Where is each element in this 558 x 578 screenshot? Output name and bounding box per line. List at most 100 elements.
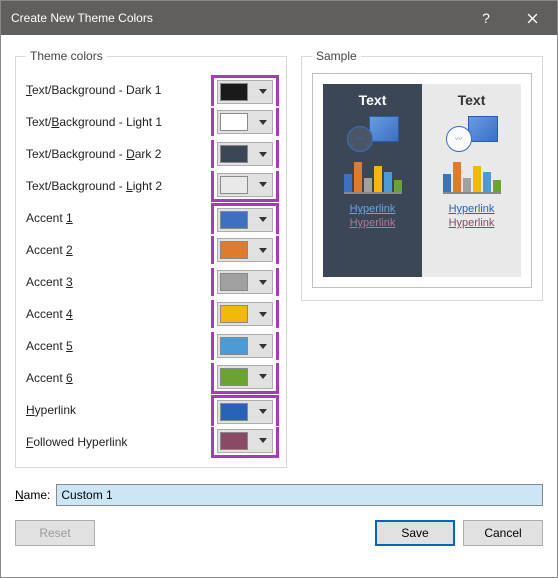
color-picker-3[interactable] (217, 173, 273, 197)
sample-chart-dark (344, 156, 402, 194)
color-swatch (220, 403, 248, 421)
name-label: Name: (15, 488, 50, 502)
color-row-3: Text/Background - Light 2 (26, 171, 276, 201)
color-row-5: Accent 2 (26, 235, 276, 265)
color-label: Followed Hyperlink (26, 435, 214, 449)
color-picker-5[interactable] (217, 238, 273, 262)
chart-bar (394, 180, 402, 192)
color-swatch (220, 145, 248, 163)
color-label: Accent 5 (26, 339, 214, 353)
chart-bar (443, 174, 451, 192)
color-swatch (220, 211, 248, 229)
color-row-8: Accent 5 (26, 331, 276, 361)
color-swatch (220, 273, 248, 291)
sample-preview: Text 〰 Hyperlink Hyperlink Text 〰 (312, 73, 532, 288)
name-input[interactable] (56, 484, 543, 506)
chart-bar (463, 178, 471, 192)
color-picker-7[interactable] (217, 302, 273, 326)
color-swatch (220, 305, 248, 323)
sample-panel-dark: Text 〰 Hyperlink Hyperlink (323, 84, 422, 277)
color-label: Hyperlink (26, 403, 214, 417)
chevron-down-icon (259, 312, 267, 317)
chart-bar (344, 174, 352, 192)
color-row-0: Text/Background - Dark 1 (26, 75, 276, 105)
chart-bar (384, 172, 392, 192)
close-icon (527, 13, 538, 24)
chart-bar (483, 172, 491, 192)
theme-colors-legend: Theme colors (26, 49, 107, 63)
color-row-10: Hyperlink (26, 395, 276, 425)
color-row-11: Followed Hyperlink (26, 427, 276, 457)
sample-shapes-dark: 〰 (347, 116, 399, 152)
sample-followed-hyperlink-dark: Hyperlink (350, 217, 396, 229)
titlebar: Create New Theme Colors ? (1, 1, 557, 35)
chevron-down-icon (259, 217, 267, 222)
close-button[interactable] (509, 1, 555, 35)
button-row: Reset Save Cancel (15, 520, 543, 546)
color-swatch (220, 83, 248, 101)
color-picker-4[interactable] (217, 208, 273, 232)
help-button[interactable]: ? (463, 1, 509, 35)
cancel-button[interactable]: Cancel (463, 520, 543, 546)
color-label: Text/Background - Light 1 (26, 115, 214, 129)
chart-bar (453, 162, 461, 192)
sample-legend: Sample (312, 49, 361, 63)
color-swatch (220, 368, 248, 386)
color-swatch (220, 176, 248, 194)
sample-group: Sample Text 〰 Hyperlink Hyperlink Text (301, 49, 543, 301)
color-swatch (220, 113, 248, 131)
sample-text-light: Text (458, 92, 486, 108)
chevron-down-icon (259, 344, 267, 349)
sample-chart-light (443, 156, 501, 194)
color-picker-6[interactable] (217, 270, 273, 294)
create-theme-colors-dialog: Create New Theme Colors ? Theme colors T… (0, 0, 558, 578)
color-row-7: Accent 4 (26, 299, 276, 329)
color-label: Text/Background - Dark 1 (26, 83, 214, 97)
chevron-down-icon (259, 89, 267, 94)
color-picker-10[interactable] (217, 400, 273, 424)
color-picker-1[interactable] (217, 110, 273, 134)
color-row-1: Text/Background - Light 1 (26, 107, 276, 137)
dialog-body: Theme colors Text/Background - Dark 1 Tex… (1, 35, 557, 577)
color-row-4: Accent 1 (26, 203, 276, 233)
name-row: Name: (15, 484, 543, 506)
color-picker-8[interactable] (217, 334, 273, 358)
theme-colors-group: Theme colors Text/Background - Dark 1 Tex… (15, 49, 287, 468)
color-picker-2[interactable] (217, 142, 273, 166)
color-swatch (220, 432, 248, 450)
chart-bar (374, 166, 382, 192)
reset-button[interactable]: Reset (15, 520, 95, 546)
color-picker-11[interactable] (217, 429, 273, 453)
color-label: Text/Background - Light 2 (26, 179, 214, 193)
chart-bar (493, 180, 501, 192)
chevron-down-icon (259, 152, 267, 157)
color-label: Accent 4 (26, 307, 214, 321)
chevron-down-icon (259, 438, 267, 443)
color-label: Accent 6 (26, 371, 214, 385)
color-swatch (220, 337, 248, 355)
sample-shapes-light: 〰 (446, 116, 498, 152)
chevron-down-icon (259, 248, 267, 253)
sample-followed-hyperlink-light: Hyperlink (449, 217, 495, 229)
color-row-6: Accent 3 (26, 267, 276, 297)
color-picker-9[interactable] (217, 365, 273, 389)
color-label: Accent 3 (26, 275, 214, 289)
chevron-down-icon (259, 182, 267, 187)
chevron-down-icon (259, 409, 267, 414)
color-picker-0[interactable] (217, 80, 273, 104)
color-label: Text/Background - Dark 2 (26, 147, 214, 161)
sample-panel-light: Text 〰 Hyperlink Hyperlink (422, 84, 521, 277)
sample-hyperlink-dark: Hyperlink (350, 203, 396, 215)
chart-bar (354, 162, 362, 192)
color-label: Accent 2 (26, 243, 214, 257)
chart-bar (473, 166, 481, 192)
sample-hyperlink-light: Hyperlink (449, 203, 495, 215)
color-row-9: Accent 6 (26, 363, 276, 393)
chevron-down-icon (259, 374, 267, 379)
sample-text-dark: Text (359, 92, 387, 108)
dialog-title: Create New Theme Colors (11, 11, 463, 25)
color-label: Accent 1 (26, 211, 214, 225)
save-button[interactable]: Save (375, 520, 455, 546)
chevron-down-icon (259, 120, 267, 125)
color-swatch (220, 241, 248, 259)
